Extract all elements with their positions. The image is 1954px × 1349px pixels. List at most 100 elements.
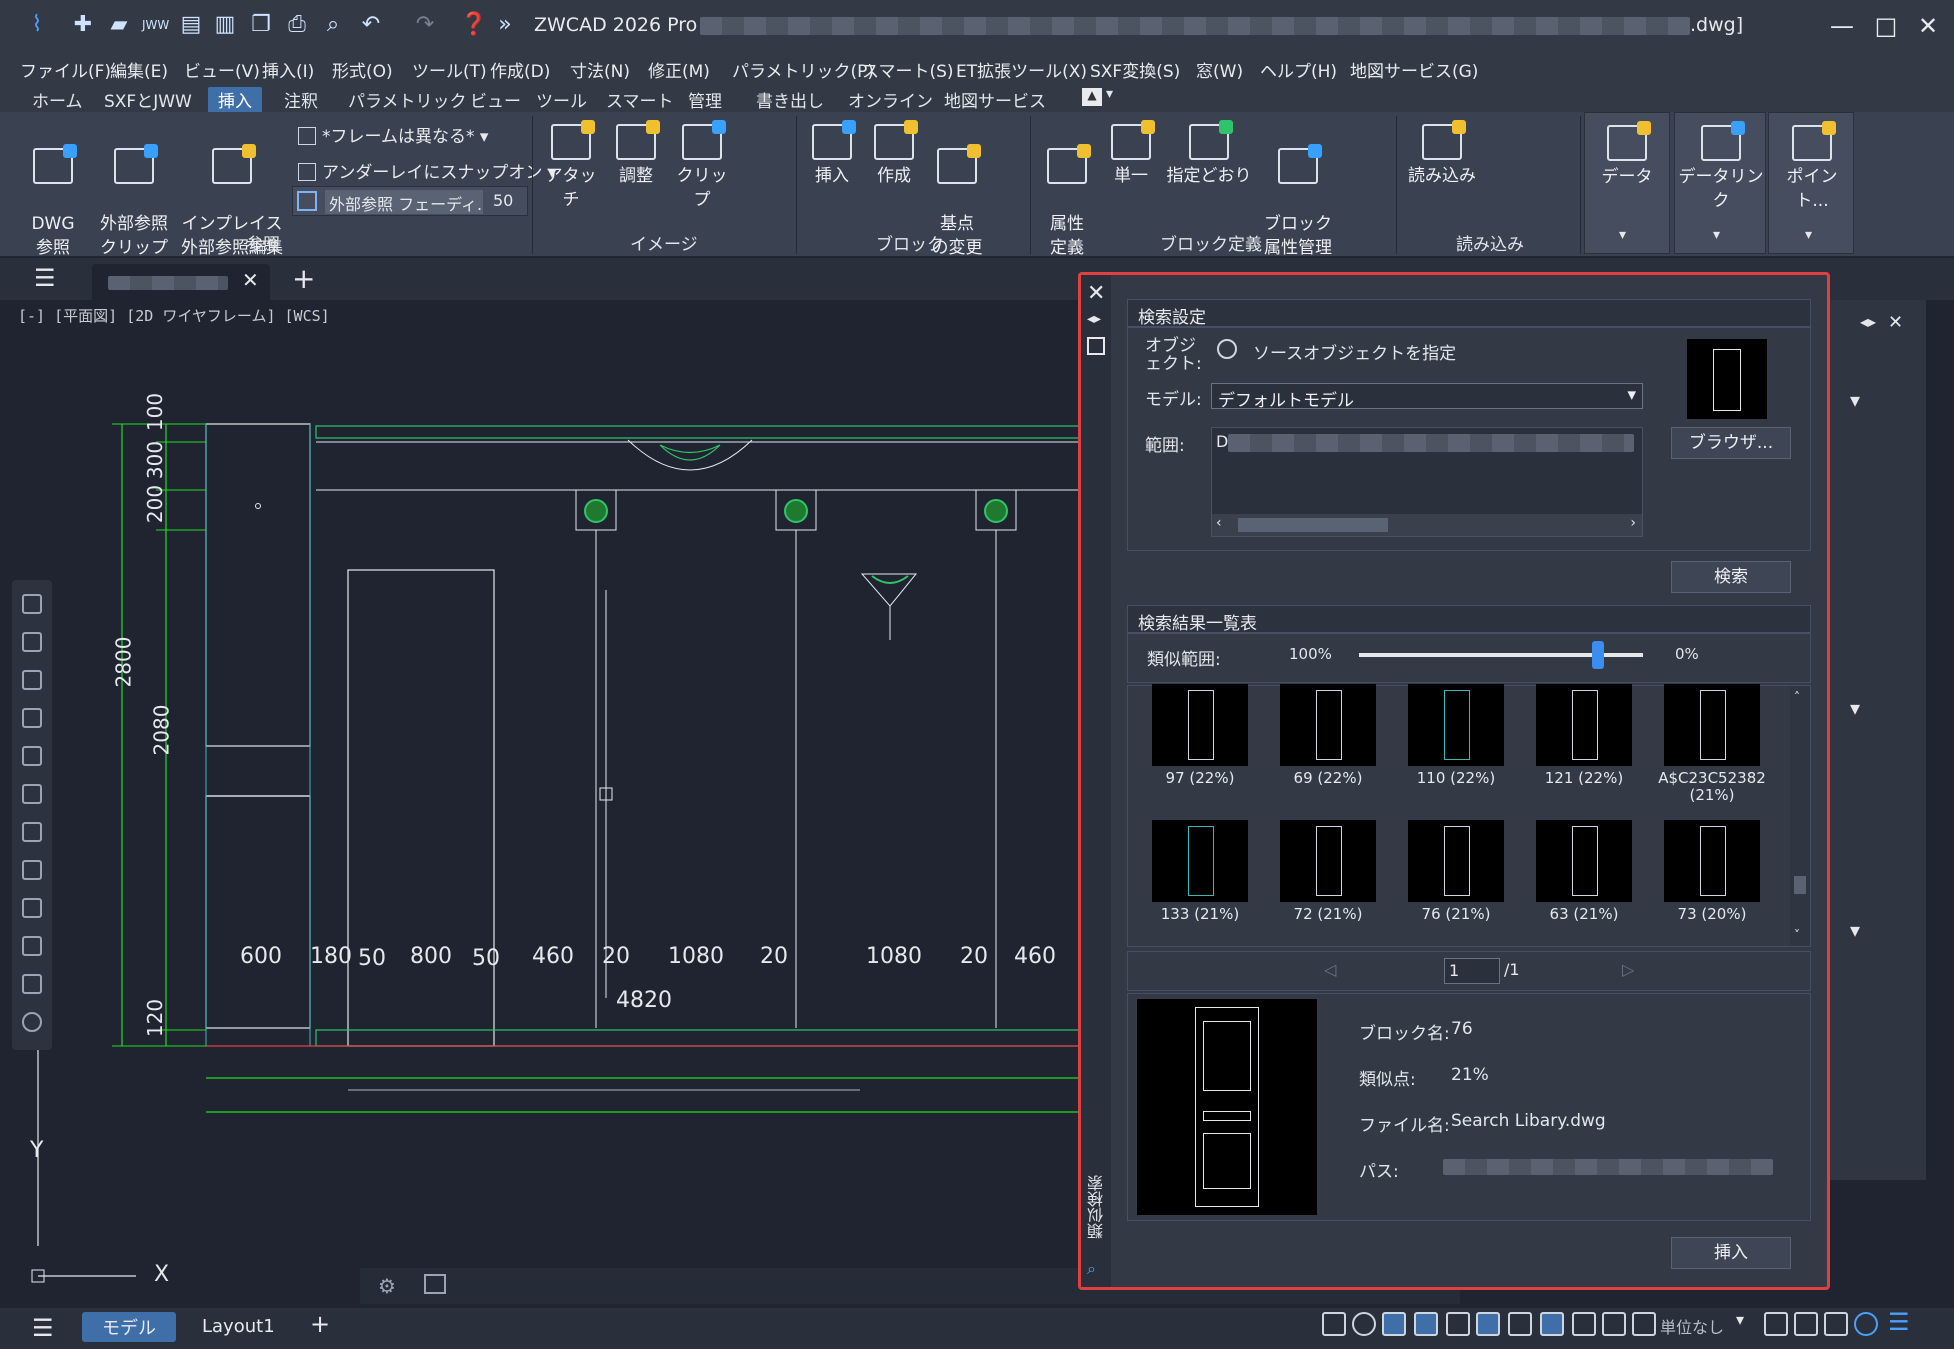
menu-insert[interactable]: 挿入(I) [262, 57, 314, 82]
image-clip-button[interactable]: クリップ [672, 120, 732, 212]
data-panel[interactable]: データ ▾ [1584, 112, 1670, 254]
result-thumbnail[interactable] [1408, 684, 1504, 766]
frame-dropdown[interactable]: *フレームは異なる* ▾ [298, 122, 488, 147]
workspace-icon[interactable] [1602, 1312, 1626, 1336]
panel-autohide-icon[interactable]: ◂▸ [1087, 311, 1101, 327]
close-button[interactable]: ✕ [1908, 8, 1948, 44]
result-thumbnail[interactable] [1152, 820, 1248, 902]
insert-button[interactable]: 挿入 [1671, 1237, 1791, 1269]
tab-export[interactable]: 書き出し [756, 87, 824, 112]
result-thumbnail[interactable] [1664, 684, 1760, 766]
results-scroll-down-icon[interactable]: ˅ [1794, 928, 1800, 942]
search-button[interactable]: 検索 [1671, 561, 1791, 593]
block-icon[interactable] [22, 784, 42, 804]
tab-map-service[interactable]: 地図サービス [944, 87, 1046, 112]
image-adjust-button[interactable]: 調整 [610, 120, 662, 188]
jww-icon[interactable]: JWW [142, 12, 169, 38]
ribbon-minimize-icon[interactable]: ▲ [1082, 88, 1102, 106]
minimize-button[interactable]: — [1822, 8, 1862, 44]
measure-icon[interactable] [22, 974, 42, 994]
menu-smart[interactable]: スマート(S) [862, 57, 954, 82]
units-icon[interactable] [1632, 1312, 1656, 1336]
underlay-snap-dropdown[interactable]: アンダーレイにスナップオン ▾ [298, 158, 556, 183]
data-link-chevron-icon[interactable]: ▾ [1713, 227, 1720, 243]
menu-view[interactable]: ビュー(V) [184, 57, 260, 82]
status-settings-icon[interactable] [1854, 1312, 1878, 1336]
range-path-box[interactable]: D: ‹ › [1211, 427, 1643, 537]
settings-icon[interactable] [22, 1012, 42, 1032]
block-attribute-manager-button[interactable]: ブロック 属性管理 [1258, 124, 1338, 260]
palette-dropdown-icon[interactable]: ▾ [1850, 388, 1860, 412]
results-scrollbar[interactable]: ˄ ˅ [1790, 686, 1810, 946]
scroll-right-icon[interactable]: › [1630, 515, 1636, 531]
command-settings-icon[interactable]: ⚙ [378, 1274, 396, 1298]
as-specified-button[interactable]: 指定どおり [1166, 120, 1252, 188]
help-icon[interactable]: ❓ [460, 12, 487, 38]
save-icon[interactable]: ▤ [178, 12, 204, 38]
attribute-define-button[interactable]: 属性 定義 [1040, 124, 1094, 260]
copy-icon[interactable]: ❐ [248, 12, 274, 38]
palette-close-icon[interactable]: ✕ [1888, 312, 1903, 333]
new-tab-icon[interactable]: + [292, 262, 315, 295]
isolate-icon[interactable] [1764, 1312, 1788, 1336]
scroll-left-icon[interactable]: ‹ [1216, 515, 1222, 531]
results-scroll-up-icon[interactable]: ˄ [1794, 690, 1800, 704]
menu-et-tools[interactable]: ET拡張ツール(X) [956, 57, 1087, 82]
ortho-icon[interactable] [1414, 1312, 1438, 1336]
xref-fade-control[interactable]: 外部参照 フェーディ... 50 [292, 186, 528, 216]
data-button[interactable]: データ [1595, 121, 1659, 189]
load-button[interactable]: 読み込み [1406, 120, 1478, 188]
hardware-icon[interactable] [1794, 1312, 1818, 1336]
curve-icon[interactable] [22, 860, 42, 880]
polar-tracking-icon[interactable] [1352, 1312, 1376, 1336]
result-thumbnail[interactable] [1408, 820, 1504, 902]
layout-menu-icon[interactable]: ☰ [32, 1314, 54, 1342]
tab-sxf-jww[interactable]: SXFとJWW [104, 87, 192, 112]
point-button[interactable]: ポイント... [1771, 121, 1853, 213]
palette-autohide-icon[interactable]: ◂▸ [1860, 312, 1876, 331]
range-scrollbar[interactable]: ‹ › [1212, 514, 1642, 536]
new-file-icon[interactable]: ✚ [70, 12, 96, 38]
browse-button[interactable]: ブラウザ... [1671, 427, 1791, 459]
single-attribute-button[interactable]: 単一 [1104, 120, 1158, 188]
menu-dimension[interactable]: 寸法(N) [570, 57, 630, 82]
tab-online[interactable]: オンライン [848, 87, 933, 112]
tab-annotate[interactable]: 注釈 [284, 87, 318, 112]
grid-snap-icon[interactable] [1322, 1312, 1346, 1336]
tab-view[interactable]: ビュー [470, 87, 521, 112]
tab-tools[interactable]: ツール [536, 87, 587, 112]
menu-edit[interactable]: 編集(E) [110, 57, 168, 82]
document-tab[interactable]: ✕ [92, 264, 270, 300]
tab-manage[interactable]: 管理 [688, 87, 722, 112]
undo-icon[interactable]: ↶ [358, 12, 384, 38]
more-icon[interactable]: » [492, 12, 518, 38]
object-snap-icon[interactable] [1382, 1312, 1406, 1336]
group-icon[interactable] [22, 746, 42, 766]
tab-parametric[interactable]: パラメトリック [348, 87, 467, 112]
results-scroll-thumb[interactable] [1794, 876, 1806, 894]
result-thumbnail[interactable] [1536, 820, 1632, 902]
data-link-panel[interactable]: データリンク ▾ [1674, 112, 1766, 254]
scroll-thumb[interactable] [1238, 518, 1388, 532]
layer-icon[interactable] [22, 594, 42, 614]
point-panel[interactable]: ポイント... ▾ [1768, 112, 1854, 254]
lineweight-icon[interactable] [1476, 1312, 1500, 1336]
save-as-icon[interactable]: ▥ [212, 12, 238, 38]
next-page-icon[interactable]: ▷ [1622, 960, 1634, 979]
preview-icon[interactable]: ⌕ [320, 12, 346, 38]
maximize-button[interactable]: □ [1866, 8, 1906, 44]
page-input[interactable]: 1 [1444, 958, 1500, 984]
menu-draw[interactable]: 作成(D) [490, 57, 550, 82]
menu-window[interactable]: 窓(W) [1196, 57, 1243, 82]
dimension-icon[interactable] [22, 708, 42, 728]
image-attach-button[interactable]: アタッチ [542, 120, 600, 212]
block-insert-button[interactable]: 挿入 [806, 120, 858, 188]
xref-clip-button[interactable]: 外部参照 クリップ [92, 124, 176, 260]
similarity-slider-thumb[interactable] [1591, 641, 1604, 669]
palette-section2-chevron-icon[interactable]: ▾ [1850, 918, 1860, 942]
list-icon[interactable] [22, 670, 42, 690]
data-link-button[interactable]: データリンク [1677, 121, 1765, 213]
selection-cycling-icon[interactable] [1540, 1312, 1564, 1336]
status-menu-icon[interactable]: ☰ [1888, 1308, 1910, 1336]
menu-format[interactable]: 形式(O) [332, 57, 393, 82]
